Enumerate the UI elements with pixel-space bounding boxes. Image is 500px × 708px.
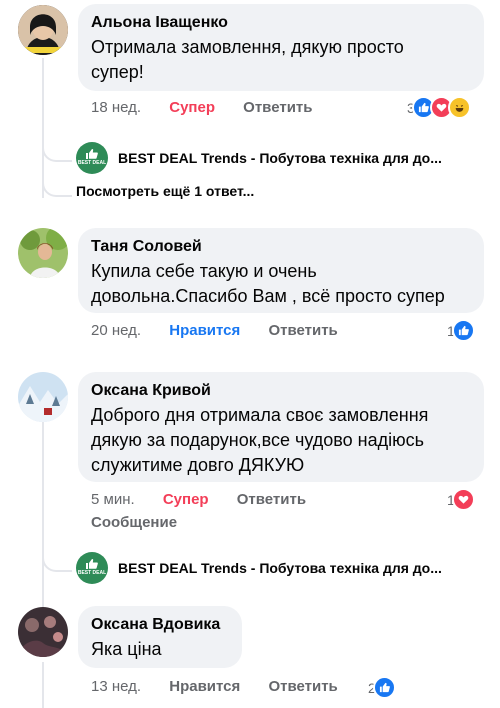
reaction-summary[interactable]: 2	[368, 676, 396, 699]
reaction-button[interactable]: Нравится	[169, 678, 240, 695]
comment-text: Купила себе такую и очень довольна.Спаси…	[91, 261, 445, 306]
like-icon	[86, 149, 98, 159]
reply-author: BEST DEAL Trends - Побутова техніка для …	[118, 560, 442, 576]
page-avatar-text: BEST DEAL	[77, 160, 107, 166]
comment-author[interactable]: Альона Іващенко	[91, 12, 471, 34]
comment-time[interactable]: 20 нед.	[91, 322, 141, 339]
reaction-summary[interactable]: 3	[407, 96, 471, 119]
avatar[interactable]	[18, 372, 68, 422]
love-icon	[451, 488, 475, 511]
avatar-photo	[18, 372, 68, 422]
comment-text: Яка ціна	[91, 639, 162, 659]
comment-author[interactable]: Таня Соловей	[91, 236, 471, 258]
comment-actions: 5 мин. Супер Ответить	[91, 491, 330, 508]
comment-time[interactable]: 5 мин.	[91, 491, 135, 508]
reaction-button[interactable]: Супер	[163, 491, 209, 508]
comment-bubble: Таня Соловей Купила себе такую и очень д…	[78, 228, 484, 313]
page-avatar-text: BEST DEAL	[77, 570, 107, 576]
comment-actions: 20 нед. Нравится Ответить	[91, 322, 362, 339]
reply-button[interactable]: Ответить	[268, 678, 337, 695]
view-more-replies-link[interactable]: Посмотреть ещё 1 ответ...	[76, 183, 254, 199]
reaction-summary[interactable]: 1	[447, 319, 475, 342]
like-icon	[451, 319, 475, 342]
comment-time[interactable]: 13 нед.	[91, 678, 141, 695]
reply-button[interactable]: Ответить	[268, 322, 337, 339]
like-icon	[86, 559, 98, 569]
comment-author[interactable]: Оксана Кривой	[91, 380, 471, 402]
page-avatar: BEST DEAL	[76, 552, 108, 584]
reply-author: BEST DEAL Trends - Побутова техніка для …	[118, 150, 442, 166]
thread-connector	[42, 550, 72, 572]
comment-actions: 18 нед. Супер Ответить	[91, 99, 337, 116]
reply-preview[interactable]: BEST DEAL BEST DEAL Trends - Побутова те…	[76, 552, 442, 584]
reply-button[interactable]: Ответить	[237, 491, 306, 508]
reply-preview[interactable]: BEST DEAL BEST DEAL Trends - Побутова те…	[76, 142, 442, 174]
thread-line	[42, 418, 44, 613]
reply-button[interactable]: Ответить	[243, 99, 312, 116]
reaction-button[interactable]: Супер	[169, 99, 215, 116]
thread-connector	[42, 140, 72, 162]
comment-text: Доброго дня отримала своє замовлення дяк…	[91, 405, 429, 475]
comment-time[interactable]: 18 нед.	[91, 99, 141, 116]
reaction-summary[interactable]: 1	[447, 488, 475, 511]
avatar-photo	[18, 607, 68, 657]
comment-bubble: Альона Іващенко Отримала замовлення, дяк…	[78, 4, 484, 91]
avatar-photo	[18, 228, 68, 278]
comment-text: Отримала замовлення, дякую просто супер!	[91, 37, 404, 82]
page-avatar: BEST DEAL	[76, 142, 108, 174]
comment-bubble: Оксана Кривой Доброго дня отримала своє …	[78, 372, 484, 482]
thread-line	[42, 662, 44, 708]
comment-actions: 13 нед. Нравится Ответить	[91, 678, 362, 695]
haha-icon	[447, 96, 471, 119]
comment-author[interactable]: Оксана Вдовика	[91, 614, 229, 636]
reaction-button[interactable]: Нравится	[169, 322, 240, 339]
avatar-photo	[18, 5, 68, 55]
message-link[interactable]: Сообщение	[91, 514, 177, 531]
like-icon	[372, 676, 396, 699]
thread-connector	[42, 175, 72, 197]
avatar[interactable]	[18, 607, 68, 657]
avatar[interactable]	[18, 5, 68, 55]
avatar[interactable]	[18, 228, 68, 278]
comment-bubble: Оксана Вдовика Яка ціна	[78, 606, 242, 668]
